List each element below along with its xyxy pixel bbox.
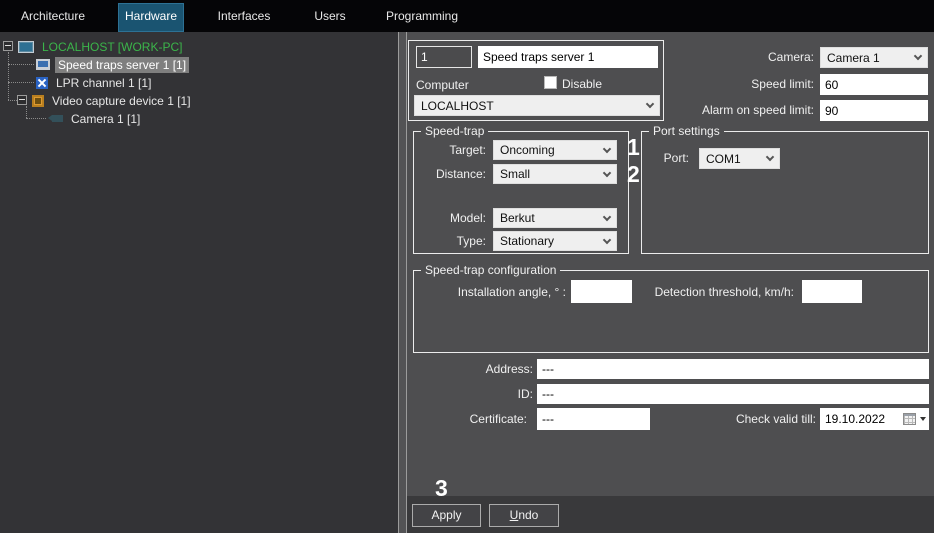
capture-device-icon [32,95,44,107]
undo-accelerator: U [510,508,519,522]
tab-architecture[interactable]: Architecture [8,3,98,32]
certificate-label: Certificate: [470,412,527,426]
computer-select-value: LOCALHOST [421,99,494,113]
detection-threshold-label: Detection threshold, km/h: [655,285,794,299]
step-2-annotation: 2 [627,161,640,188]
chevron-down-icon [603,168,611,176]
tree-item-label[interactable]: LOCALHOST [WORK-PC] [39,39,185,55]
lpr-channel-icon [36,77,48,89]
tree-item-lpr-channel[interactable]: LPR channel 1 [1] [36,74,154,91]
step-1-annotation: 1 [627,134,640,161]
port-settings-group: Port settings Port: COM1 [641,131,929,254]
chevron-down-icon [603,212,611,220]
tree-connector [8,52,9,100]
speed-limit-field[interactable] [820,74,928,95]
monitor-icon [18,41,34,53]
type-select-value: Stationary [500,234,554,248]
undo-button[interactable]: Undo [489,504,559,527]
alarm-speed-limit-label: Alarm on speed limit: [702,103,814,117]
speed-trap-group: Speed-trap Target: Oncoming Distance: Sm… [413,131,629,254]
speed-limit-label: Speed limit: [751,77,814,91]
camera-label: Camera: [768,50,814,64]
action-button-bar: Apply Undo [407,496,934,533]
chevron-down-icon [766,153,774,161]
device-id-field[interactable] [416,46,472,68]
camera-select[interactable]: Camera 1 [820,47,928,68]
target-select-value: Oncoming [500,143,555,157]
target-select[interactable]: Oncoming [493,140,617,160]
tree-item-label[interactable]: Video capture device 1 [1] [49,93,194,109]
identity-group: Computer Disable LOCALHOST [408,40,664,121]
chevron-down-icon [914,52,922,60]
tree-connector [8,64,34,65]
tab-hardware[interactable]: Hardware [118,3,184,32]
model-select[interactable]: Berkut [493,208,617,228]
main-tab-bar: Architecture Hardware Interfaces Users P… [0,0,934,32]
installation-angle-field[interactable] [571,280,632,303]
check-valid-till-label: Check valid till: [736,412,816,426]
tree-item-label-selected[interactable]: Speed traps server 1 [1] [55,57,189,73]
hardware-tree-panel: LOCALHOST [WORK-PC] Speed traps server 1… [0,32,399,533]
device-settings-panel: Computer Disable LOCALHOST Camera: Camer… [407,32,934,496]
speed-trap-configuration-group: Speed-trap configuration Installation an… [413,270,929,353]
model-select-value: Berkut [500,211,535,225]
certificate-field[interactable] [537,408,650,430]
collapse-icon[interactable] [17,95,27,105]
apply-button[interactable]: Apply [412,504,481,527]
tree-connector [26,106,27,118]
tree-item-label[interactable]: Camera 1 [1] [68,111,143,127]
disable-checkbox[interactable] [544,76,557,89]
panel-splitter[interactable] [398,32,407,533]
tree-item-speed-traps-server[interactable]: Speed traps server 1 [1] [36,56,189,73]
date-value: 19.10.2022 [825,412,903,426]
tab-programming[interactable]: Programming [378,3,466,32]
tree-item-video-capture-device[interactable]: Video capture device 1 [1] [32,92,194,109]
port-select[interactable]: COM1 [699,148,780,169]
computer-label: Computer [416,78,469,92]
port-select-value: COM1 [706,152,741,166]
tree-item-camera[interactable]: Camera 1 [1] [48,110,143,127]
detection-threshold-field[interactable] [802,280,862,303]
camera-icon [52,115,63,122]
tree-connector [8,100,17,101]
tree-connector [26,118,46,119]
distance-select[interactable]: Small [493,164,617,184]
calendar-icon[interactable] [903,413,916,425]
installation-angle-label: Installation angle, ° : [458,285,566,299]
port-settings-legend: Port settings [649,124,724,138]
model-label: Model: [450,211,486,225]
computer-select[interactable]: LOCALHOST [414,95,660,116]
address-field[interactable] [537,359,929,379]
tree-connector [8,82,34,83]
device-name-field[interactable] [478,46,658,68]
chevron-down-icon [646,100,654,108]
distance-label: Distance: [436,167,486,181]
chevron-down-icon [603,235,611,243]
type-label: Type: [457,234,486,248]
disable-label: Disable [562,77,602,91]
dropdown-arrow-icon[interactable] [920,417,926,421]
tree-item-localhost[interactable]: LOCALHOST [WORK-PC] [18,38,185,55]
chevron-down-icon [603,144,611,152]
address-label: Address: [486,362,533,376]
tab-interfaces[interactable]: Interfaces [204,3,284,32]
type-select[interactable]: Stationary [493,231,617,251]
target-label: Target: [449,143,486,157]
undo-label-rest: ndo [518,508,538,522]
alarm-speed-limit-field[interactable] [820,100,928,121]
camera-select-value: Camera 1 [827,51,880,65]
collapse-icon[interactable] [3,41,13,51]
port-label: Port: [664,151,689,165]
distance-select-value: Small [500,167,530,181]
id-field[interactable] [537,384,929,404]
id-label: ID: [518,387,533,401]
check-valid-till-datepicker[interactable]: 19.10.2022 [820,408,929,430]
server-icon [36,59,50,70]
speed-trap-configuration-legend: Speed-trap configuration [421,263,560,277]
tab-users[interactable]: Users [304,3,356,32]
speed-trap-legend: Speed-trap [421,124,488,138]
tree-item-label[interactable]: LPR channel 1 [1] [53,75,154,91]
